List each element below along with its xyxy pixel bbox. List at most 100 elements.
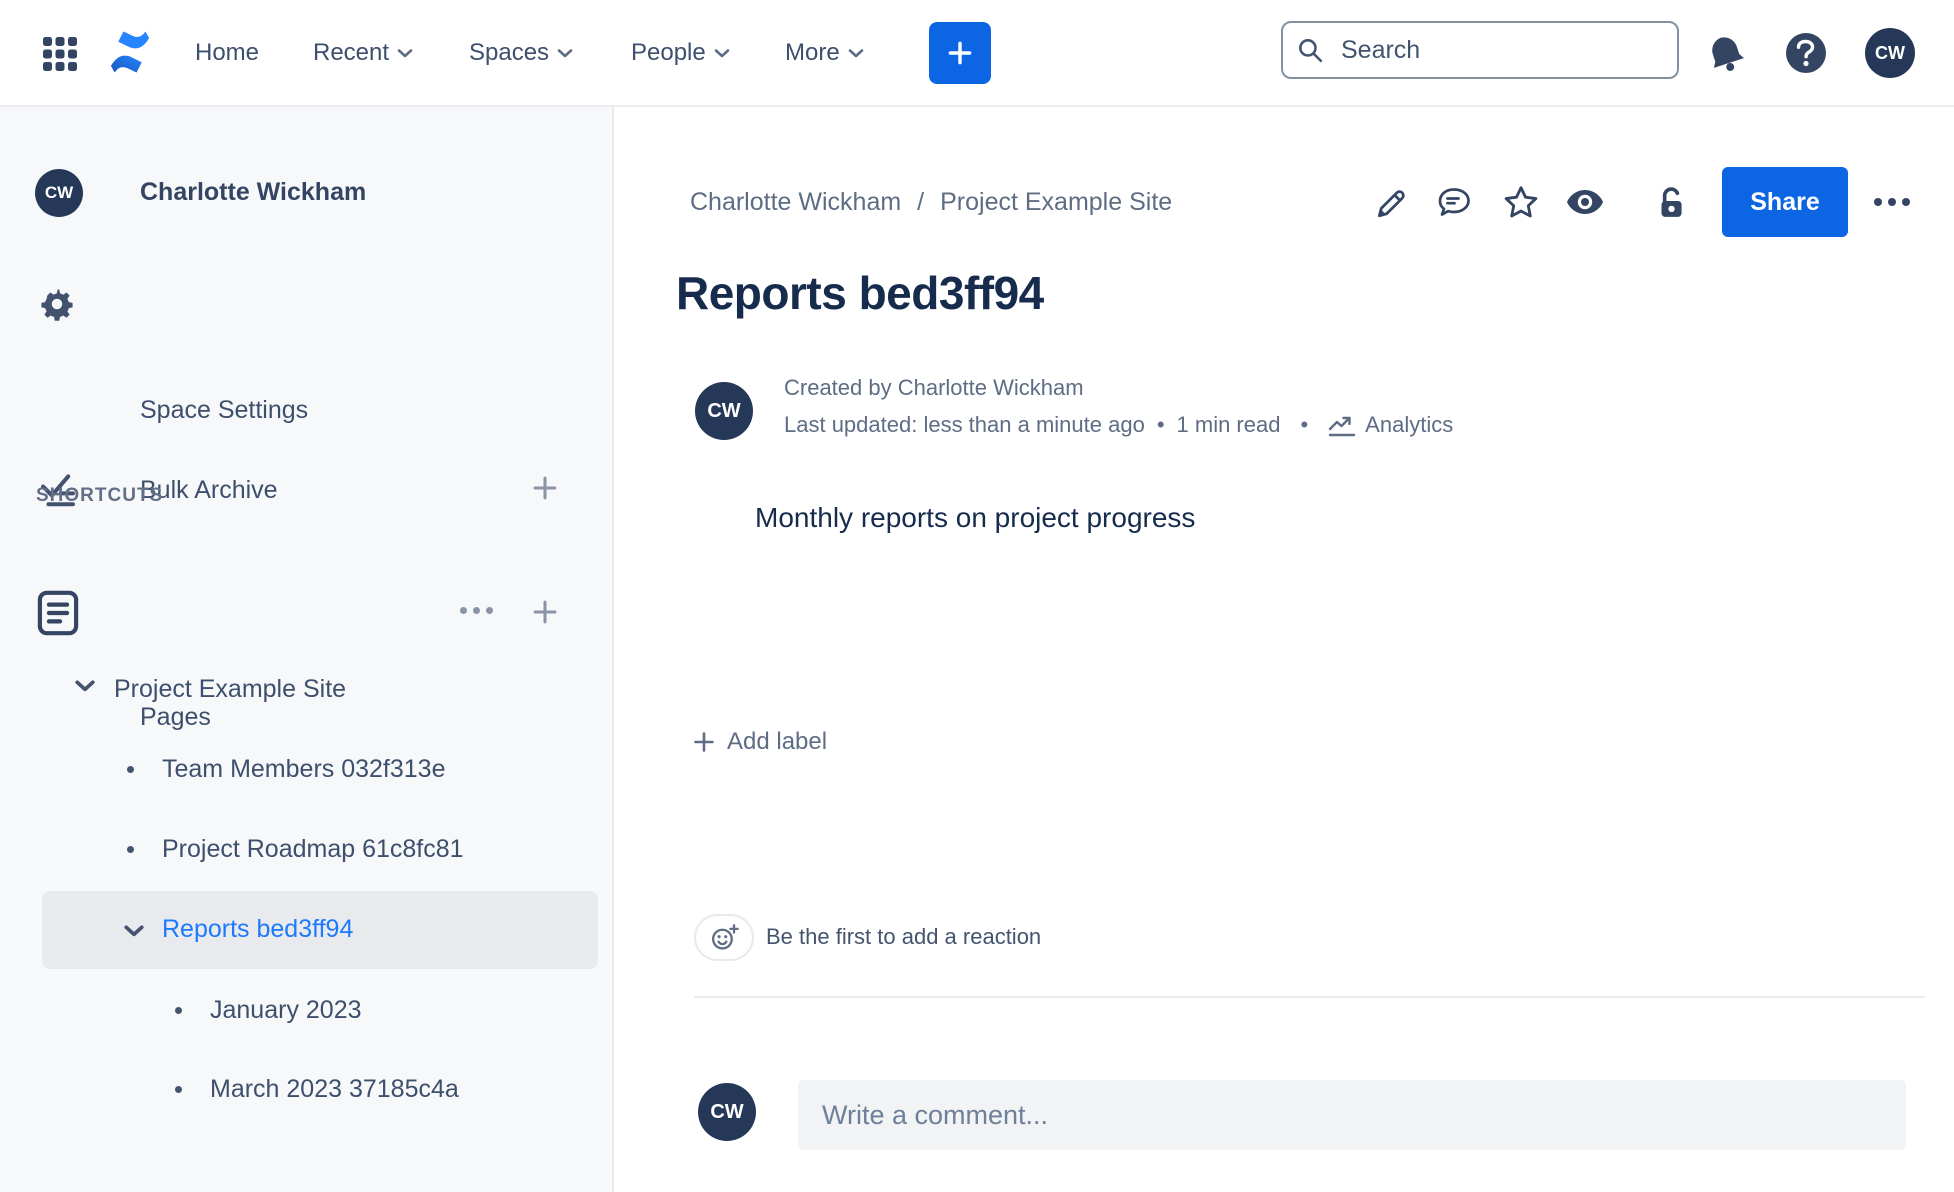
nav-more-label: More (785, 39, 840, 66)
comment-avatar: CW (698, 1083, 756, 1141)
chevron-down-icon (848, 49, 863, 58)
tree-item-team-members[interactable]: Team Members 032f313e (162, 755, 445, 784)
nav-people-label: People (631, 39, 706, 66)
space-name[interactable]: Charlotte Wickham (140, 178, 366, 207)
tree-item-project-roadmap[interactable]: Project Roadmap 61c8fc81 (162, 835, 464, 864)
dot (473, 607, 480, 614)
comment-bubble-icon (1438, 188, 1470, 216)
confluence-app: Home Recent Spaces People More Search CW… (0, 0, 1954, 1192)
byline-avatar-initials: CW (707, 399, 741, 422)
favourite-button[interactable] (1501, 182, 1541, 222)
comment-avatar-initials: CW (710, 1100, 744, 1123)
sidebar-item-space-settings[interactable]: Space Settings (140, 396, 308, 425)
plus-icon (533, 600, 557, 624)
comment-input[interactable] (798, 1080, 1906, 1150)
nav-people[interactable]: People (631, 39, 730, 67)
gear-icon (41, 289, 73, 321)
user-avatar-initials: CW (1875, 42, 1905, 63)
question-mark-icon (1796, 39, 1815, 67)
add-label-button[interactable]: Add label (692, 728, 827, 756)
nav-recent-label: Recent (313, 39, 390, 66)
breadcrumb-space-link[interactable]: Charlotte Wickham (690, 188, 901, 217)
tree-root-collapse-chevron[interactable] (72, 677, 98, 693)
plus-icon (948, 41, 972, 65)
shortcuts-header: SHORTCUTS (36, 485, 164, 506)
analytics-label: Analytics (1365, 412, 1454, 437)
share-button[interactable]: Share (1722, 167, 1848, 237)
nav-more[interactable]: More (785, 39, 864, 67)
search-icon (1299, 39, 1323, 63)
byline-dot: • (1300, 412, 1309, 437)
bullet-icon (127, 846, 134, 853)
page-more-actions-button[interactable] (1874, 198, 1910, 206)
nav-home-label: Home (195, 39, 260, 66)
eye-icon (1567, 190, 1603, 214)
chevron-down-icon (397, 49, 413, 58)
byline: Created by Charlotte Wickham Last update… (784, 375, 1453, 438)
app-grid-icon (43, 37, 77, 71)
nav-spaces[interactable]: Spaces (469, 39, 573, 67)
nav-spaces-label: Spaces (469, 39, 550, 66)
smiley-add-reaction-icon (711, 924, 739, 950)
breadcrumb: Charlotte Wickham / Project Example Site (690, 188, 1172, 217)
confluence-home-logo[interactable] (106, 30, 154, 79)
dot (1874, 198, 1882, 206)
analytics-link[interactable]: Analytics (1328, 412, 1453, 438)
analytics-chart-icon (1328, 416, 1356, 437)
chevron-down-icon (75, 679, 95, 691)
bullet-icon (175, 1086, 182, 1093)
breadcrumb-parent-page-link[interactable]: Project Example Site (940, 188, 1172, 217)
pages-icon (37, 590, 79, 636)
notifications-button[interactable] (1706, 33, 1746, 80)
confluence-logo-icon (110, 31, 150, 73)
tree-item-march-2023[interactable]: March 2023 37185c4a (210, 1075, 459, 1104)
bell-icon (1712, 37, 1744, 71)
page-title: Reports bed3ff94 (676, 267, 1044, 319)
user-avatar[interactable]: CW (1865, 28, 1915, 78)
dot (460, 607, 467, 614)
bullet-icon (175, 1007, 182, 1014)
pencil-icon (1377, 190, 1405, 218)
byline-avatar[interactable]: CW (695, 382, 753, 440)
tree-item-reports-selected[interactable]: Reports bed3ff94 (162, 915, 353, 944)
byline-created: Created by Charlotte Wickham (784, 375, 1084, 400)
comments-divider (694, 996, 1925, 998)
pages-more-button[interactable] (460, 607, 493, 614)
search-input[interactable] (1281, 21, 1679, 79)
reaction-prompt-text: Be the first to add a reaction (766, 924, 1042, 949)
space-avatar[interactable]: CW (35, 169, 83, 217)
byline-dot: • (1156, 412, 1165, 437)
watch-button[interactable] (1565, 182, 1605, 222)
plus-icon (533, 476, 557, 500)
bullet-icon (127, 766, 134, 773)
pages-section-icon-slot (37, 590, 79, 636)
chevron-down-icon (124, 924, 144, 936)
comments-button[interactable] (1434, 182, 1474, 222)
add-reaction-button[interactable] (694, 914, 754, 961)
sidebar-section-pages[interactable]: Pages (140, 703, 211, 732)
space-sidebar: CW Charlotte Wickham Space Settings Bulk… (0, 107, 614, 1192)
dot (1902, 198, 1910, 206)
space-avatar-initials: CW (44, 183, 74, 202)
tree-selected-collapse-chevron[interactable] (121, 922, 147, 938)
space-settings-item[interactable] (39, 286, 75, 322)
dot (1888, 198, 1896, 206)
add-page-button[interactable] (530, 597, 560, 627)
help-button[interactable] (1786, 33, 1826, 73)
edit-page-button[interactable] (1371, 182, 1411, 222)
tree-item-project-example-site[interactable]: Project Example Site (114, 675, 346, 704)
app-switcher-button[interactable] (42, 36, 78, 72)
unlock-icon (1661, 187, 1682, 217)
tree-item-january-2023[interactable]: January 2023 (210, 996, 362, 1025)
add-shortcut-button[interactable] (530, 473, 560, 503)
page-body-text: Monthly reports on project progress (755, 502, 1196, 533)
nav-home[interactable]: Home (195, 39, 259, 67)
breadcrumb-separator: / (917, 188, 925, 216)
create-button[interactable] (929, 22, 991, 84)
chevron-down-icon (557, 49, 573, 58)
byline-updated: Last updated: less than a minute ago (784, 412, 1145, 437)
chevron-down-icon (714, 49, 730, 58)
restrictions-button[interactable] (1651, 182, 1691, 222)
nav-recent[interactable]: Recent (313, 39, 413, 67)
add-label-text: Add label (727, 728, 828, 755)
